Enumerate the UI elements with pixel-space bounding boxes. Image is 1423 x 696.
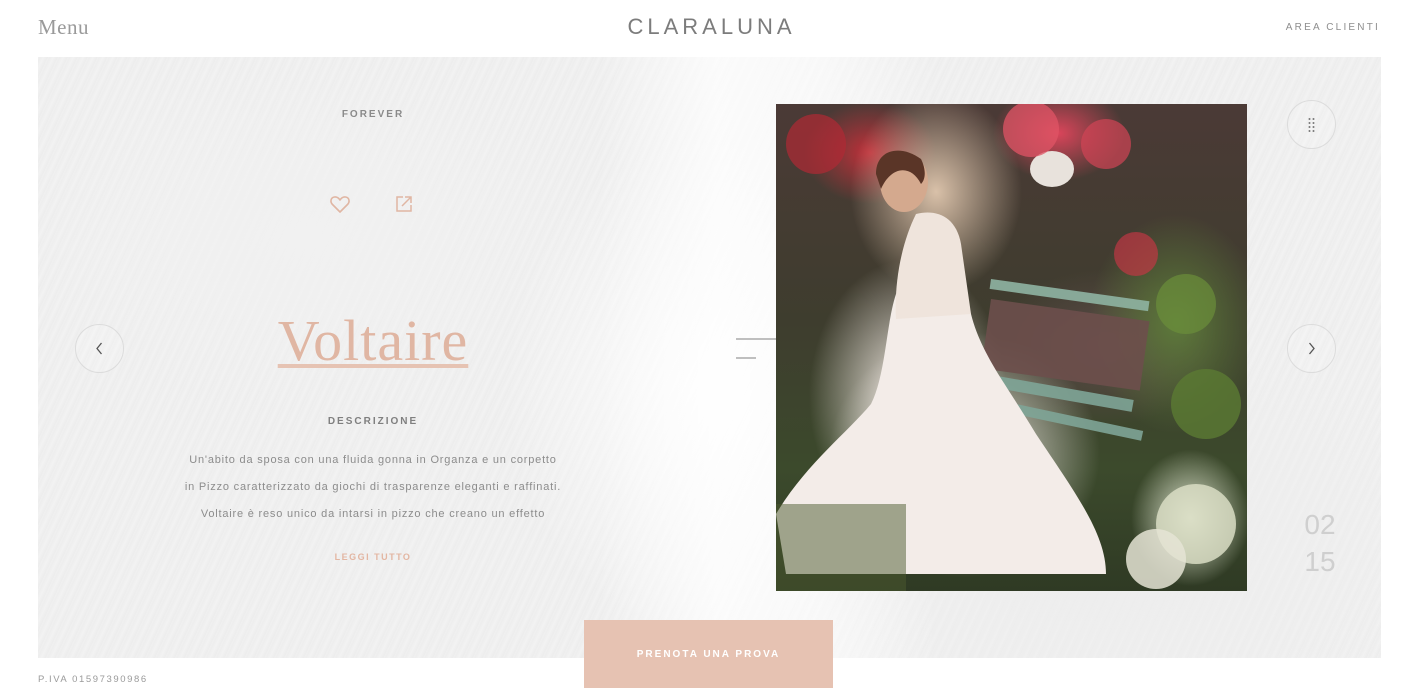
external-link-icon[interactable] bbox=[394, 194, 414, 214]
collection-label: FOREVER bbox=[341, 109, 405, 120]
vat-number: P.IVA 01597390986 bbox=[38, 674, 148, 685]
read-more-link[interactable]: LEGGI TUTTO bbox=[38, 552, 708, 562]
slide-total-number: 15 bbox=[1304, 546, 1336, 577]
slide-current-number: 02 bbox=[1304, 509, 1336, 540]
logo[interactable]: CLARALUNA bbox=[0, 14, 1423, 40]
hero-section: FOREVER Voltaire DESCRIZIONE Un'abito da… bbox=[38, 57, 1381, 658]
next-button[interactable] bbox=[1287, 324, 1336, 373]
description-label: DESCRIZIONE bbox=[327, 416, 419, 427]
previous-button[interactable] bbox=[75, 324, 124, 373]
chevron-left-icon bbox=[96, 342, 103, 355]
product-title[interactable]: Voltaire bbox=[38, 307, 708, 374]
chevron-right-icon bbox=[1308, 342, 1315, 355]
product-photo[interactable] bbox=[776, 104, 1247, 591]
book-fitting-button[interactable]: PRENOTA UNA PROVA bbox=[584, 620, 833, 688]
description-line: in Pizzo caratterizzato da giochi di tra… bbox=[184, 481, 562, 493]
product-actions bbox=[328, 192, 428, 216]
product-description: Un'abito da sposa con una fluida gonna i… bbox=[168, 447, 578, 528]
description-line: Un'abito da sposa con una fluida gonna i… bbox=[189, 454, 557, 466]
slide-progress-lines bbox=[736, 337, 781, 361]
description-line: Voltaire è reso unico da intarsi in pizz… bbox=[200, 508, 546, 520]
dots-grid-icon bbox=[1308, 118, 1315, 132]
grid-view-button[interactable] bbox=[1287, 100, 1336, 149]
heart-icon[interactable] bbox=[328, 192, 352, 216]
area-clienti-link[interactable]: AREA CLIENTI bbox=[1286, 22, 1380, 33]
